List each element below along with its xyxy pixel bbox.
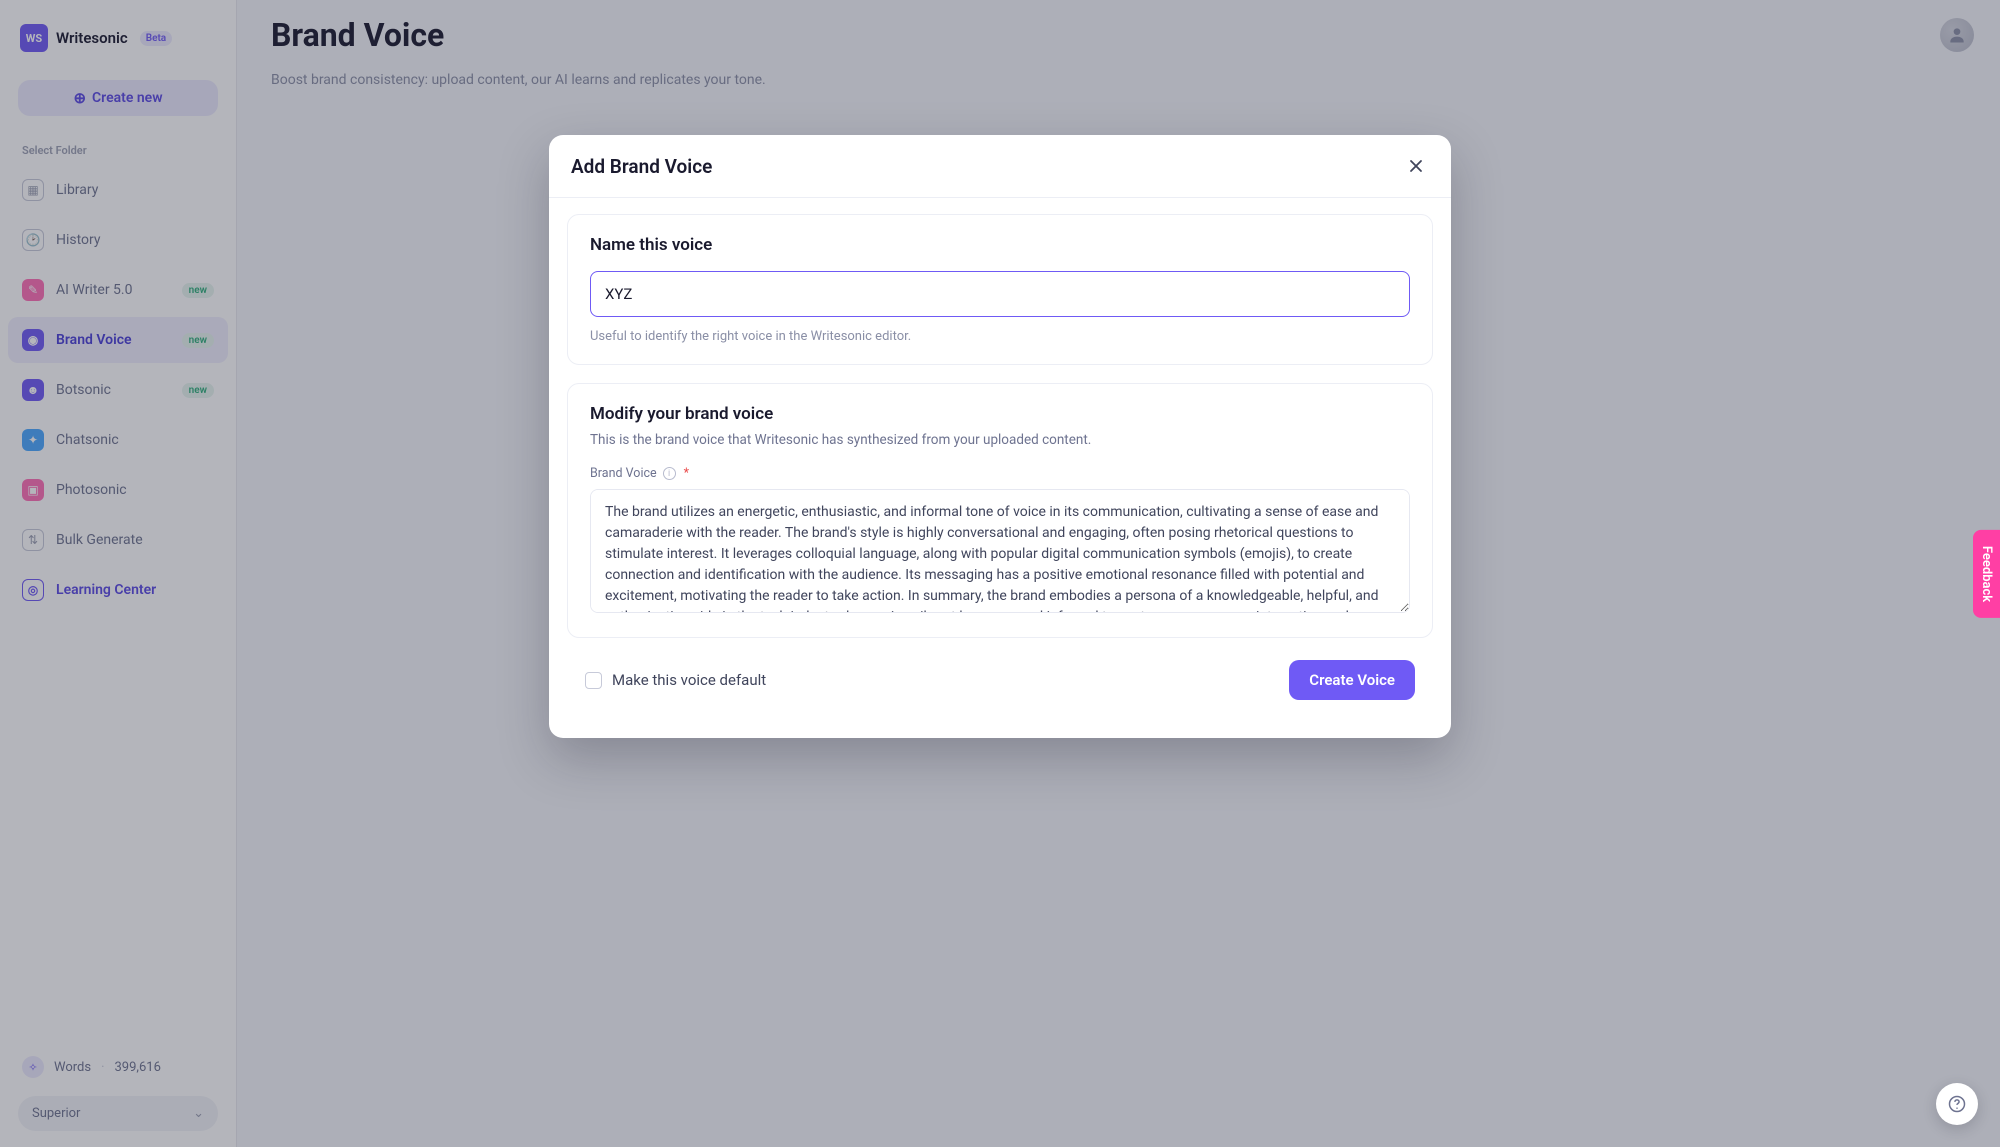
- brand-voice-field-label: Brand Voice i *: [590, 466, 1410, 481]
- modify-voice-sub: This is the brand voice that Writesonic …: [590, 432, 1410, 448]
- modal-title: Add Brand Voice: [571, 155, 712, 178]
- voice-name-hint: Useful to identify the right voice in th…: [590, 329, 1410, 344]
- info-icon[interactable]: i: [663, 467, 676, 480]
- name-voice-heading: Name this voice: [590, 235, 1410, 255]
- make-default-label: Make this voice default: [612, 671, 766, 689]
- make-default-row[interactable]: Make this voice default: [585, 671, 766, 689]
- close-icon: [1408, 158, 1424, 174]
- voice-name-input[interactable]: [590, 271, 1410, 317]
- brand-voice-label-text: Brand Voice: [590, 466, 657, 481]
- make-default-checkbox[interactable]: [585, 672, 602, 689]
- help-fab[interactable]: [1936, 1083, 1978, 1125]
- modify-voice-heading: Modify your brand voice: [590, 404, 1410, 424]
- modal-overlay[interactable]: Add Brand Voice Name this voice Useful t…: [0, 0, 2000, 1147]
- brand-voice-textarea[interactable]: [590, 489, 1410, 613]
- required-asterisk: *: [684, 466, 689, 481]
- name-voice-card: Name this voice Useful to identify the r…: [567, 214, 1433, 365]
- modal-header: Add Brand Voice: [549, 135, 1451, 198]
- create-voice-button[interactable]: Create Voice: [1289, 660, 1415, 700]
- feedback-tab[interactable]: Feedback: [1973, 529, 2000, 617]
- modify-voice-card: Modify your brand voice This is the bran…: [567, 383, 1433, 638]
- help-icon: [1947, 1094, 1967, 1114]
- modal-footer: Make this voice default Create Voice: [567, 656, 1433, 720]
- add-brand-voice-modal: Add Brand Voice Name this voice Useful t…: [549, 135, 1451, 738]
- close-button[interactable]: [1403, 153, 1429, 179]
